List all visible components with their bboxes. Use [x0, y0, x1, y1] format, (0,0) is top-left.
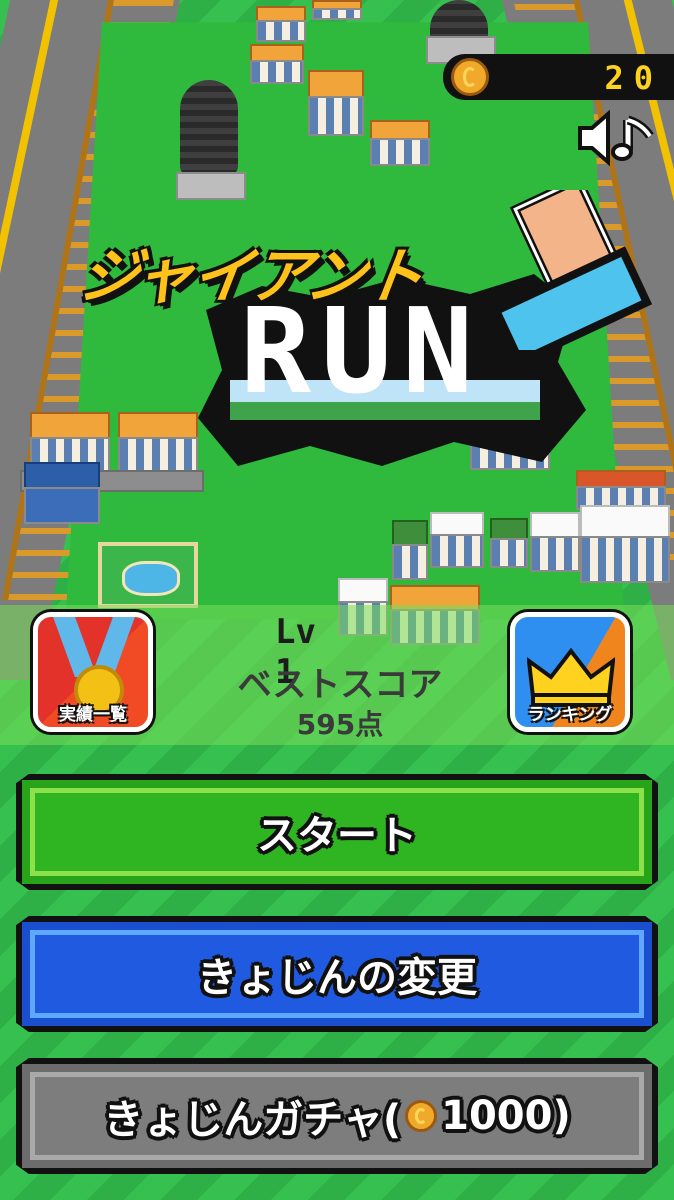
- achievements-button[interactable]: 実績一覧: [33, 612, 153, 732]
- start-button[interactable]: スタート: [16, 774, 658, 890]
- building: [370, 120, 430, 166]
- coin-icon: [405, 1100, 438, 1132]
- sound-toggle-button[interactable]: [576, 109, 664, 167]
- building: [392, 520, 428, 580]
- coin-icon: [451, 58, 489, 96]
- building: [312, 0, 362, 20]
- crown-icon: [527, 647, 615, 707]
- change-giant-label: きょじんの変更: [197, 955, 477, 1001]
- building: [576, 470, 666, 510]
- ranking-label: ランキング: [527, 705, 613, 725]
- gacha-label: きょじんガチャ( 1000 ): [22, 1064, 652, 1168]
- building: [256, 6, 306, 42]
- building: [490, 518, 528, 568]
- ranking-button[interactable]: ランキング: [510, 612, 630, 732]
- coin-counter: 20: [443, 54, 674, 100]
- park-pool: [98, 542, 198, 608]
- building: [250, 44, 304, 84]
- building: [580, 505, 670, 583]
- building: [430, 512, 484, 568]
- coin-count: 20: [604, 59, 663, 97]
- giant-obstacle: [176, 80, 246, 200]
- change-giant-button[interactable]: きょじんの変更: [16, 916, 658, 1032]
- best-score-value: 595点: [296, 708, 384, 741]
- building: [308, 70, 364, 136]
- building: [24, 462, 100, 524]
- gacha-label-suffix: ): [552, 1093, 571, 1139]
- building: [530, 512, 580, 572]
- logo-title-run: RUN: [240, 282, 484, 420]
- best-score-label: ベストスコア: [237, 665, 443, 705]
- achievements-label: 実績一覧: [59, 705, 127, 725]
- speaker-music-icon: [578, 109, 654, 167]
- gacha-cost: 1000: [441, 1093, 553, 1139]
- giant-leg-icon: [490, 190, 653, 350]
- start-label: スタート: [257, 813, 417, 859]
- level-label: Lv: [275, 612, 316, 652]
- giant-gacha-button[interactable]: きょじんガチャ( 1000 ): [16, 1058, 658, 1174]
- gacha-label-prefix: きょじんガチャ(: [103, 1097, 402, 1143]
